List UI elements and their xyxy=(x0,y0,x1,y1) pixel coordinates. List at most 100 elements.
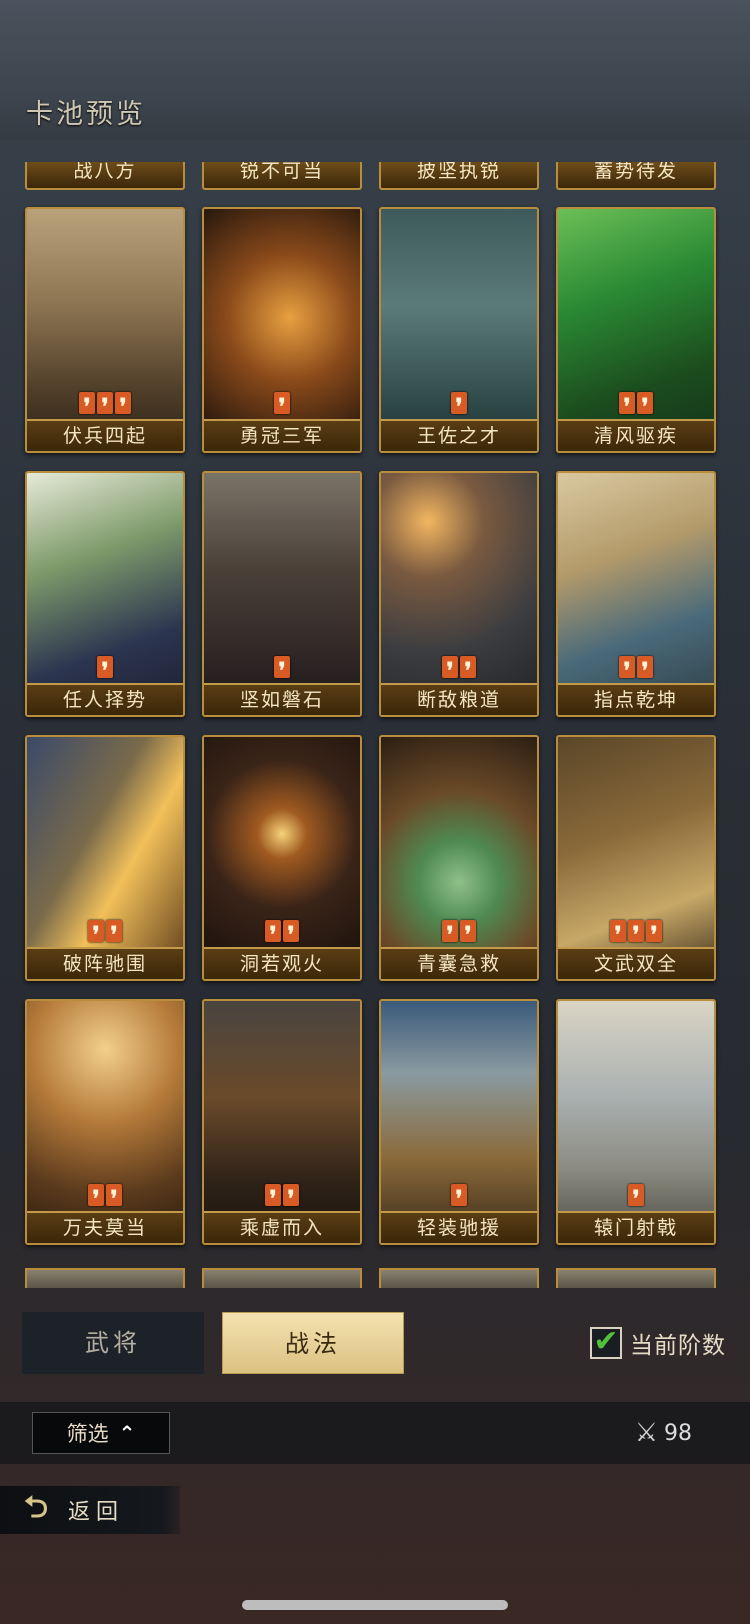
crossed-swords-icon: ⚔ xyxy=(634,1418,658,1448)
quality-mark-icon: ❜ xyxy=(619,392,635,420)
quality-marks: ❜ ❜ xyxy=(27,1184,183,1212)
tactic-card[interactable]: ❜ ❜ ❜ 伏兵四起 xyxy=(25,207,185,453)
card-peek[interactable] xyxy=(379,1268,539,1288)
card-name-partial[interactable]: 蓄势待发 xyxy=(556,162,716,190)
quality-marks: ❜ ❜ xyxy=(204,920,360,948)
quality-mark-icon: ❜ xyxy=(646,920,662,948)
tactic-card[interactable]: ❜ 任人择势 xyxy=(25,471,185,717)
quality-marks: ❜ ❜ xyxy=(381,656,537,684)
torch-cliff-art xyxy=(381,473,537,715)
back-button[interactable]: ⮌ 返回 xyxy=(0,1486,180,1534)
home-indicator[interactable] xyxy=(242,1600,508,1610)
quality-marks: ❜ ❜ xyxy=(381,920,537,948)
card-name-partial[interactable]: 锐不可当 xyxy=(202,162,362,190)
tactic-card[interactable]: ❜ ❜ 断敌粮道 xyxy=(379,471,539,717)
quality-marks: ❜ xyxy=(558,1184,714,1212)
card-name: 文武双全 xyxy=(558,947,714,979)
quality-mark-icon: ❜ xyxy=(451,392,467,420)
quality-mark-icon: ❜ xyxy=(274,392,290,420)
tactic-card[interactable]: ❜ ❜ 乘虚而入 xyxy=(202,999,362,1245)
quality-mark-icon: ❜ xyxy=(442,656,458,684)
quality-marks: ❜ ❜ ❜ xyxy=(27,392,183,420)
quality-marks: ❜ ❜ xyxy=(204,1184,360,1212)
card-name: 伏兵四起 xyxy=(27,419,183,451)
card-name: 清风驱疾 xyxy=(558,419,714,451)
quality-mark-icon: ❜ xyxy=(637,392,653,420)
quality-mark-icon: ❜ xyxy=(88,920,104,948)
chevron-up-icon: ⌃ xyxy=(118,1421,136,1445)
quality-marks: ❜ ❜ xyxy=(558,656,714,684)
quality-mark-icon: ❜ xyxy=(106,920,122,948)
card-grid: 战八方 锐不可当 披坚执锐 蓄势待发 ❜ ❜ ❜ 伏兵四起 ❜ 勇冠三军 ❜ 王佐之才 ❜ ❜ 清风… xyxy=(0,162,750,1290)
card-name: 断敌粮道 xyxy=(381,683,537,715)
card-count-value: 98 xyxy=(664,1420,692,1446)
tactic-card[interactable]: ❜ 坚如磐石 xyxy=(202,471,362,717)
card-name: 指点乾坤 xyxy=(558,683,714,715)
quality-mark-icon: ❜ xyxy=(79,392,95,420)
card-name: 洞若观火 xyxy=(204,947,360,979)
card-peek[interactable] xyxy=(202,1268,362,1288)
quality-mark-icon: ❜ xyxy=(628,1184,644,1212)
quality-mark-icon: ❜ xyxy=(265,1184,281,1212)
card-name: 乘虚而入 xyxy=(204,1211,360,1243)
quality-mark-icon: ❜ xyxy=(610,920,626,948)
tactic-card[interactable]: ❜ 勇冠三军 xyxy=(202,207,362,453)
page-title: 卡池预览 xyxy=(26,99,146,130)
lone-warrior-art xyxy=(27,1001,183,1243)
filter-button[interactable]: 筛选 ⌃ xyxy=(32,1412,170,1454)
card-name: 万夫莫当 xyxy=(27,1211,183,1243)
tactic-card[interactable]: ❜ ❜ 指点乾坤 xyxy=(556,471,716,717)
quality-marks: ❜ xyxy=(27,656,183,684)
quality-mark-icon: ❜ xyxy=(628,920,644,948)
back-label: 返回 xyxy=(68,1500,125,1525)
tactic-card[interactable]: ❜ 轻装驰援 xyxy=(379,999,539,1245)
quality-marks: ❜ xyxy=(204,392,360,420)
tactic-card[interactable]: ❜ ❜ 青囊急救 xyxy=(379,735,539,981)
current-tier-label: 当前阶数 xyxy=(630,1333,726,1359)
quality-marks: ❜ ❜ xyxy=(558,392,714,420)
tab-tactics[interactable]: 战法 xyxy=(222,1312,404,1374)
quality-mark-icon: ❜ xyxy=(106,1184,122,1212)
tab-generals[interactable]: 武将 xyxy=(22,1312,204,1374)
card-name: 任人择势 xyxy=(27,683,183,715)
quality-mark-icon: ❜ xyxy=(619,656,635,684)
city-gate-art xyxy=(204,1001,360,1243)
quality-mark-icon: ❜ xyxy=(460,656,476,684)
filter-label: 筛选 xyxy=(66,1422,109,1446)
card-name: 破阵驰围 xyxy=(27,947,183,979)
quality-mark-icon: ❜ xyxy=(283,920,299,948)
back-arrow-icon: ⮌ xyxy=(24,1489,49,1525)
tactic-card[interactable]: ❜ 辕门射戟 xyxy=(556,999,716,1245)
card-name-partial[interactable]: 战八方 xyxy=(25,162,185,190)
checkbox-checked-icon[interactable]: ✔ xyxy=(590,1327,622,1359)
quality-mark-icon: ❜ xyxy=(115,392,131,420)
tactic-card[interactable]: ❜ ❜ 破阵驰围 xyxy=(25,735,185,981)
tactic-card[interactable]: ❜ 王佐之才 xyxy=(379,207,539,453)
tab-bar: 武将 战法 ✔ 当前阶数 xyxy=(0,1312,750,1374)
quality-mark-icon: ❜ xyxy=(265,920,281,948)
tactic-card[interactable]: ❜ ❜ ❜ 文武双全 xyxy=(556,735,716,981)
tactic-card[interactable]: ❜ ❜ 万夫莫当 xyxy=(25,999,185,1245)
candle-art xyxy=(204,737,360,979)
filter-bar: 筛选 ⌃ ⚔ 98 xyxy=(0,1402,750,1464)
card-name: 轻装驰援 xyxy=(381,1211,537,1243)
quality-mark-icon: ❜ xyxy=(274,656,290,684)
quality-mark-icon: ❜ xyxy=(88,1184,104,1212)
current-tier-toggle[interactable]: ✔ 当前阶数 xyxy=(590,1326,726,1360)
quality-mark-icon: ❜ xyxy=(97,392,113,420)
card-name: 王佐之才 xyxy=(381,419,537,451)
card-name: 勇冠三军 xyxy=(204,419,360,451)
tactic-card[interactable]: ❜ ❜ 洞若观火 xyxy=(202,735,362,981)
quality-mark-icon: ❜ xyxy=(97,656,113,684)
card-name-partial[interactable]: 披坚执锐 xyxy=(379,162,539,190)
quality-mark-icon: ❜ xyxy=(283,1184,299,1212)
herb-pouch-art xyxy=(381,737,537,979)
quality-mark-icon: ❜ xyxy=(442,920,458,948)
card-peek[interactable] xyxy=(556,1268,716,1288)
card-peek[interactable] xyxy=(25,1268,185,1288)
green-wind-art xyxy=(558,209,714,451)
tactic-card[interactable]: ❜ ❜ 清风驱疾 xyxy=(556,207,716,453)
sword-slash-art xyxy=(27,737,183,979)
map-point-art xyxy=(558,473,714,715)
quality-mark-icon: ❜ xyxy=(637,656,653,684)
